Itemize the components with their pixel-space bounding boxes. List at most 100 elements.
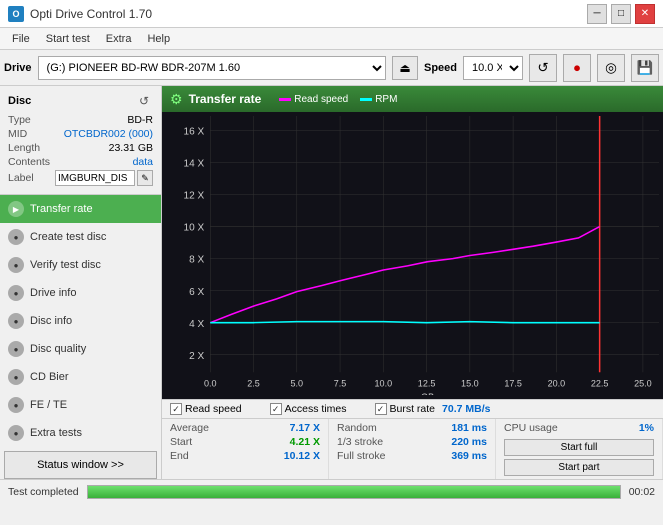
drive-info-icon: ● (8, 285, 24, 301)
read-speed-checkbox[interactable]: ✓ (170, 403, 182, 415)
read-speed-label: Read speed (294, 94, 348, 105)
drive-select[interactable]: (G:) PIONEER BD-RW BDR-207M 1.60 (38, 56, 386, 80)
disc-panel: Disc ↺ Type BD-R MID OTCBDR002 (000) Len… (0, 86, 161, 195)
nav-panel: ▶ Transfer rate ● Create test disc ● Ver… (0, 195, 161, 447)
nav-item-verify-test-disc[interactable]: ● Verify test disc (0, 251, 161, 279)
svg-text:6 X: 6 X (189, 287, 204, 298)
sidebar: Disc ↺ Type BD-R MID OTCBDR002 (000) Len… (0, 86, 162, 479)
svg-text:2.5: 2.5 (247, 379, 260, 389)
nav-item-create-test-disc[interactable]: ● Create test disc (0, 223, 161, 251)
svg-text:10 X: 10 X (184, 223, 205, 234)
minimize-button[interactable]: ─ (587, 4, 607, 24)
start-label: Start (170, 436, 192, 448)
disc-panel-title: Disc (8, 95, 31, 107)
progress-bar-wrap (87, 485, 621, 499)
speed-select[interactable]: 10.0 X (463, 56, 523, 80)
nav-item-extra-tests[interactable]: ● Extra tests (0, 419, 161, 447)
svg-text:5.0: 5.0 (291, 379, 304, 389)
transfer-rate-icon: ▶ (8, 201, 24, 217)
save-button[interactable]: 💾 (631, 54, 659, 82)
drive-bar: Drive (G:) PIONEER BD-RW BDR-207M 1.60 ⏏… (0, 50, 663, 86)
disc-type-label: Type (8, 114, 31, 126)
access-times-checkbox[interactable]: ✓ (270, 403, 282, 415)
eject-button[interactable]: ⏏ (392, 56, 418, 80)
cd-bier-icon: ● (8, 369, 24, 385)
rpm-label: RPM (375, 94, 397, 105)
cpu-usage-label: CPU usage (504, 422, 558, 434)
col-2: Random 181 ms 1/3 stroke 220 ms Full str… (329, 419, 496, 479)
svg-text:14 X: 14 X (184, 159, 205, 170)
svg-text:GB: GB (421, 392, 434, 395)
burst-rate-checkbox-label: Burst rate (390, 403, 436, 415)
progress-bar-fill (88, 486, 620, 498)
start-value: 4.21 X (290, 436, 320, 448)
burst-rate-value: 70.7 MB/s (442, 403, 490, 415)
chart-header: ⚙ Transfer rate Read speed RPM (162, 86, 663, 112)
title-bar: O Opti Drive Control 1.70 ─ □ ✕ (0, 0, 663, 28)
disc-label-label: Label (8, 172, 34, 184)
disc-label-input[interactable] (55, 170, 135, 186)
svg-text:20.0: 20.0 (548, 379, 566, 389)
disc-quality-icon: ● (8, 341, 24, 357)
start-part-button[interactable]: Start part (504, 459, 654, 476)
read-speed-checkbox-label: Read speed (185, 403, 242, 415)
test-button-2[interactable]: ◎ (597, 54, 625, 82)
drive-label: Drive (4, 62, 32, 74)
create-test-disc-icon: ● (8, 229, 24, 245)
end-value: 10.12 X (284, 450, 320, 462)
extra-tests-icon: ● (8, 425, 24, 441)
disc-mid-label: MID (8, 128, 27, 140)
svg-text:12.5: 12.5 (418, 379, 436, 389)
menu-file[interactable]: File (4, 31, 38, 47)
disc-contents-value: data (133, 156, 153, 168)
random-label: Random (337, 422, 377, 434)
disc-mid-value: OTCBDR002 (000) (64, 128, 153, 140)
svg-text:7.5: 7.5 (334, 379, 347, 389)
status-window-button[interactable]: Status window >> (4, 451, 157, 479)
refresh-drive-button[interactable]: ↺ (529, 54, 557, 82)
chart-icon: ⚙ (170, 91, 183, 108)
status-text: Test completed (8, 486, 79, 498)
nav-item-cd-bier[interactable]: ● CD Bier (0, 363, 161, 391)
read-speed-dot (279, 98, 291, 101)
svg-text:10.0: 10.0 (375, 379, 393, 389)
menu-help[interactable]: Help (139, 31, 178, 47)
app-title: Opti Drive Control 1.70 (30, 7, 152, 21)
one-third-stroke-value: 220 ms (451, 436, 487, 448)
end-label: End (170, 450, 189, 462)
nav-item-drive-info[interactable]: ● Drive info (0, 279, 161, 307)
svg-text:12 X: 12 X (184, 191, 205, 202)
start-full-button[interactable]: Start full (504, 439, 654, 456)
rpm-dot (360, 98, 372, 101)
full-stroke-label: Full stroke (337, 450, 385, 462)
burst-rate-checkbox-item: ✓ Burst rate 70.7 MB/s (375, 403, 491, 415)
svg-text:22.5: 22.5 (591, 379, 609, 389)
chart-title: Transfer rate (189, 92, 262, 106)
disc-refresh-button[interactable]: ↺ (135, 92, 153, 110)
menu-extra[interactable]: Extra (98, 31, 140, 47)
disc-label-edit[interactable]: ✎ (137, 170, 153, 186)
nav-item-disc-quality[interactable]: ● Disc quality (0, 335, 161, 363)
col-3: CPU usage 1% Start full Start part (496, 419, 663, 479)
chart-legend: Read speed RPM (279, 94, 397, 105)
disc-type-value: BD-R (127, 114, 153, 126)
menu-start-test[interactable]: Start test (38, 31, 98, 47)
burst-rate-checkbox[interactable]: ✓ (375, 403, 387, 415)
stats-bar: ✓ Read speed ✓ Access times ✓ Burst rate… (162, 399, 663, 418)
svg-text:2 X: 2 X (189, 351, 204, 362)
access-times-checkbox-item: ✓ Access times (270, 403, 347, 415)
close-button[interactable]: ✕ (635, 4, 655, 24)
full-stroke-value: 369 ms (451, 450, 487, 462)
disc-length-value: 23.31 GB (109, 142, 153, 154)
random-value: 181 ms (451, 422, 487, 434)
svg-text:17.5: 17.5 (504, 379, 522, 389)
nav-item-transfer-rate[interactable]: ▶ Transfer rate (0, 195, 161, 223)
nav-item-fe-te[interactable]: ● FE / TE (0, 391, 161, 419)
menu-bar: File Start test Extra Help (0, 28, 663, 50)
svg-text:8 X: 8 X (189, 255, 204, 266)
test-button-1[interactable]: ● (563, 54, 591, 82)
nav-item-disc-info[interactable]: ● Disc info (0, 307, 161, 335)
disc-info-icon: ● (8, 313, 24, 329)
maximize-button[interactable]: □ (611, 4, 631, 24)
numbers-grid: Average 7.17 X Start 4.21 X End 10.12 X … (162, 418, 663, 479)
